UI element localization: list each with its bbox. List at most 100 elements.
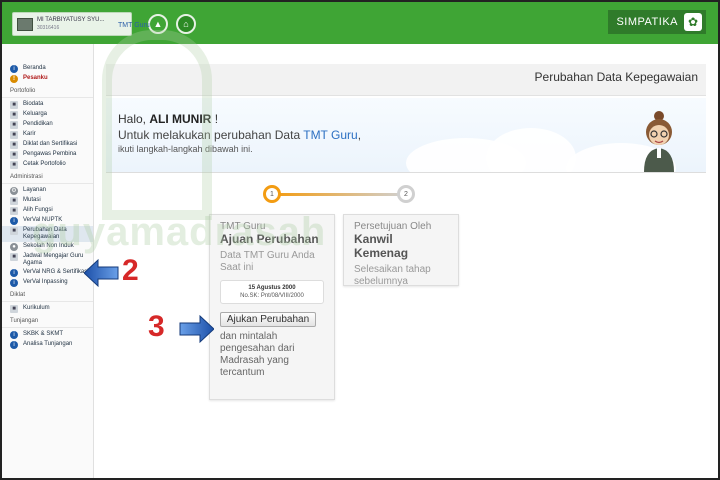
ajukan-perubahan-button[interactable]: Ajukan Perubahan: [220, 312, 316, 327]
school-selector[interactable]: MI TARBIYATUSY SYU... 30316416: [12, 12, 132, 36]
transfer-icon: ■: [10, 197, 18, 205]
top-bar: MI TARBIYATUSY SYU... 30316416 ▲ ⌂ SIMPA…: [2, 2, 718, 44]
annotation-arrow-3-icon: [179, 314, 214, 344]
sidebar-item-layanan[interactable]: ⚙ Layanan: [2, 186, 93, 196]
card2-description: Selesaikan tahap sebelumnya: [354, 264, 431, 287]
school-icon: ●: [10, 243, 18, 251]
sidebar-item-karir[interactable]: ■ Karir: [2, 130, 93, 140]
sidebar-item-label: Alih Fungsi: [23, 207, 53, 213]
sidebar-item-sekolah-non-induk[interactable]: ● Sekolah Non Induk: [2, 242, 93, 252]
schedule-icon: ■: [10, 253, 18, 261]
sidebar-item-cetak-portofolio[interactable]: ■ Cetak Portofolio: [2, 160, 93, 170]
sidebar-item-verval-inpassing[interactable]: i VerVal Inpassing: [2, 278, 93, 288]
info-icon: i: [10, 331, 18, 339]
current-tmt-box: 15 Agustus 2000 No.SK: Pnt/08/VIII/2000: [220, 280, 324, 304]
sidebar-item-diklat-sertifikasi[interactable]: ■ Diklat dan Sertifikasi: [2, 140, 93, 150]
sidebar-item-pengawas-pembina[interactable]: ■ Pengawas Pembina: [2, 150, 93, 160]
annotation-number-2: 2: [122, 254, 139, 287]
sidebar-item-label: SKBK & SKMT: [23, 331, 64, 337]
sidebar-item-label: Diklat dan Sertifikasi: [23, 141, 78, 147]
brand-name: SIMPATIKA: [616, 16, 678, 28]
curriculum-icon: ■: [10, 305, 18, 313]
home-icon[interactable]: ⌂: [176, 14, 196, 34]
info-icon: i: [10, 217, 18, 225]
sidebar-item-label: Jadwal Mengajar Guru Agama: [23, 253, 84, 266]
step-2-indicator: 2: [397, 185, 415, 203]
supervisor-icon: ■: [10, 151, 18, 159]
sidebar-item-alih-fungsi[interactable]: ■ Alih Fungsi: [2, 206, 93, 216]
print-icon: ■: [10, 161, 18, 169]
annotation-number-3: 3: [148, 310, 165, 343]
sidebar-item-biodata[interactable]: ■ Biodata: [2, 100, 93, 110]
sidebar-section-tunjangan: Tunjangan: [2, 314, 93, 328]
sidebar-item-verval-nrg[interactable]: i VerVal NRG & Sertifikasi: [2, 268, 93, 278]
school-id: 30316416: [37, 25, 60, 31]
sidebar-item-label: Layanan: [23, 187, 47, 193]
sidebar-item-verval-nuptk[interactable]: i VerVal NUPTK: [2, 216, 93, 226]
family-icon: ■: [10, 111, 18, 119]
sidebar-item-kurikulum[interactable]: ■ Kurikulum: [2, 304, 93, 314]
sidebar-item-beranda[interactable]: i Beranda: [2, 64, 93, 74]
sidebar-item-label: Mutasi: [23, 197, 41, 203]
sidebar-item-label: Pendidikan: [23, 121, 53, 127]
divider: [106, 172, 706, 173]
sidebar-item-label: Pesanku: [23, 75, 48, 81]
card1-description: Data TMT Guru Anda Saat ini: [220, 250, 315, 273]
id-card-icon: ■: [10, 101, 18, 109]
sidebar-item-pesanku[interactable]: ! Pesanku: [2, 74, 93, 84]
sidebar-item-label: Karir: [23, 131, 36, 137]
sidebar-item-label: Perubahan Data Kepegawaian: [23, 227, 67, 240]
info-icon: i: [10, 65, 18, 73]
step-2-card: Persetujuan Oleh Kanwil Kemenag Selesaik…: [343, 214, 459, 287]
intro-link[interactable]: TMT Guru: [303, 128, 357, 142]
edit-record-icon: ■: [10, 227, 18, 235]
sidebar-item-label: Kurikulum: [23, 305, 50, 311]
step-progress-line: [274, 193, 404, 196]
card2-title: Kanwil Kemenag: [354, 232, 409, 260]
user-name: ALI MUNIR: [149, 112, 212, 126]
sidebar-item-pendidikan[interactable]: ■ Pendidikan: [2, 120, 93, 130]
mascot-illustration: [644, 111, 674, 172]
cloud-decoration: [486, 128, 576, 172]
sidebar-item-keluarga[interactable]: ■ Keluarga: [2, 110, 93, 120]
tmt-date: 15 Agustus 2000: [248, 285, 296, 291]
brand-logo-icon: ✿: [684, 13, 702, 31]
sidebar-item-mutasi[interactable]: ■ Mutasi: [2, 196, 93, 206]
sidebar-item-label: VerVal NRG & Sertifikasi: [23, 269, 89, 275]
breadcrumb[interactable]: TMT Guru: [118, 22, 150, 29]
intro-prefix: Untuk melakukan perubahan Data: [118, 128, 304, 142]
sidebar-item-label: VerVal Inpassing: [23, 279, 68, 285]
sidebar-item-analisa-tunjangan[interactable]: i Analisa Tunjangan: [2, 340, 93, 350]
switch-icon: ■: [10, 207, 18, 215]
message-icon: !: [10, 75, 18, 83]
sidebar-section-administrasi: Administrasi: [2, 170, 93, 184]
brand[interactable]: SIMPATIKA ✿: [608, 10, 706, 34]
sidebar-item-label: VerVal NUPTK: [23, 217, 63, 223]
sidebar-item-jadwal-mengajar[interactable]: ■ Jadwal Mengajar Guru Agama: [2, 252, 93, 268]
screenshot-frame: MI TARBIYATUSY SYU... 30316416 ▲ ⌂ SIMPA…: [0, 0, 720, 480]
greeting-prefix: Halo,: [118, 112, 150, 126]
sidebar-section-diklat: Diklat: [2, 288, 93, 302]
card1-title: Ajuan Perubahan: [220, 232, 319, 246]
card1-after-text: dan mintalah pengesahan dari Madrasah ya…: [220, 331, 295, 378]
career-icon: ■: [10, 131, 18, 139]
step-1-card: TMT Guru Ajuan Perubahan Data TMT Guru A…: [209, 214, 335, 400]
sk-number: No.SK: Pnt/08/VIII/2000: [240, 293, 304, 299]
greeting: Halo, ALI MUNIR !: [118, 112, 218, 126]
info-icon: i: [10, 279, 18, 287]
school-avatar: [17, 17, 33, 31]
sidebar-item-label: Analisa Tunjangan: [23, 341, 73, 347]
sidebar-item-label: Biodata: [23, 101, 44, 107]
info-icon: i: [10, 269, 18, 277]
sidebar-item-skbk-skmt[interactable]: i SKBK & SKMT: [2, 330, 93, 340]
education-icon: ■: [10, 121, 18, 129]
info-icon: i: [10, 341, 18, 349]
gear-icon: ⚙: [10, 187, 18, 195]
greeting-suffix: !: [211, 112, 219, 126]
school-name: MI TARBIYATUSY SYU...: [37, 17, 105, 23]
sidebar-item-label: Cetak Portofolio: [23, 161, 66, 167]
sitemap-icon[interactable]: ▲: [148, 14, 168, 34]
sidebar-item-perubahan-data-kepegawaian[interactable]: ■ Perubahan Data Kepegawaian: [2, 226, 93, 242]
sidebar-item-label: Beranda: [23, 65, 46, 71]
sidebar: i Beranda ! Pesanku Portofolio ■ Biodata ■ K…: [2, 44, 94, 478]
